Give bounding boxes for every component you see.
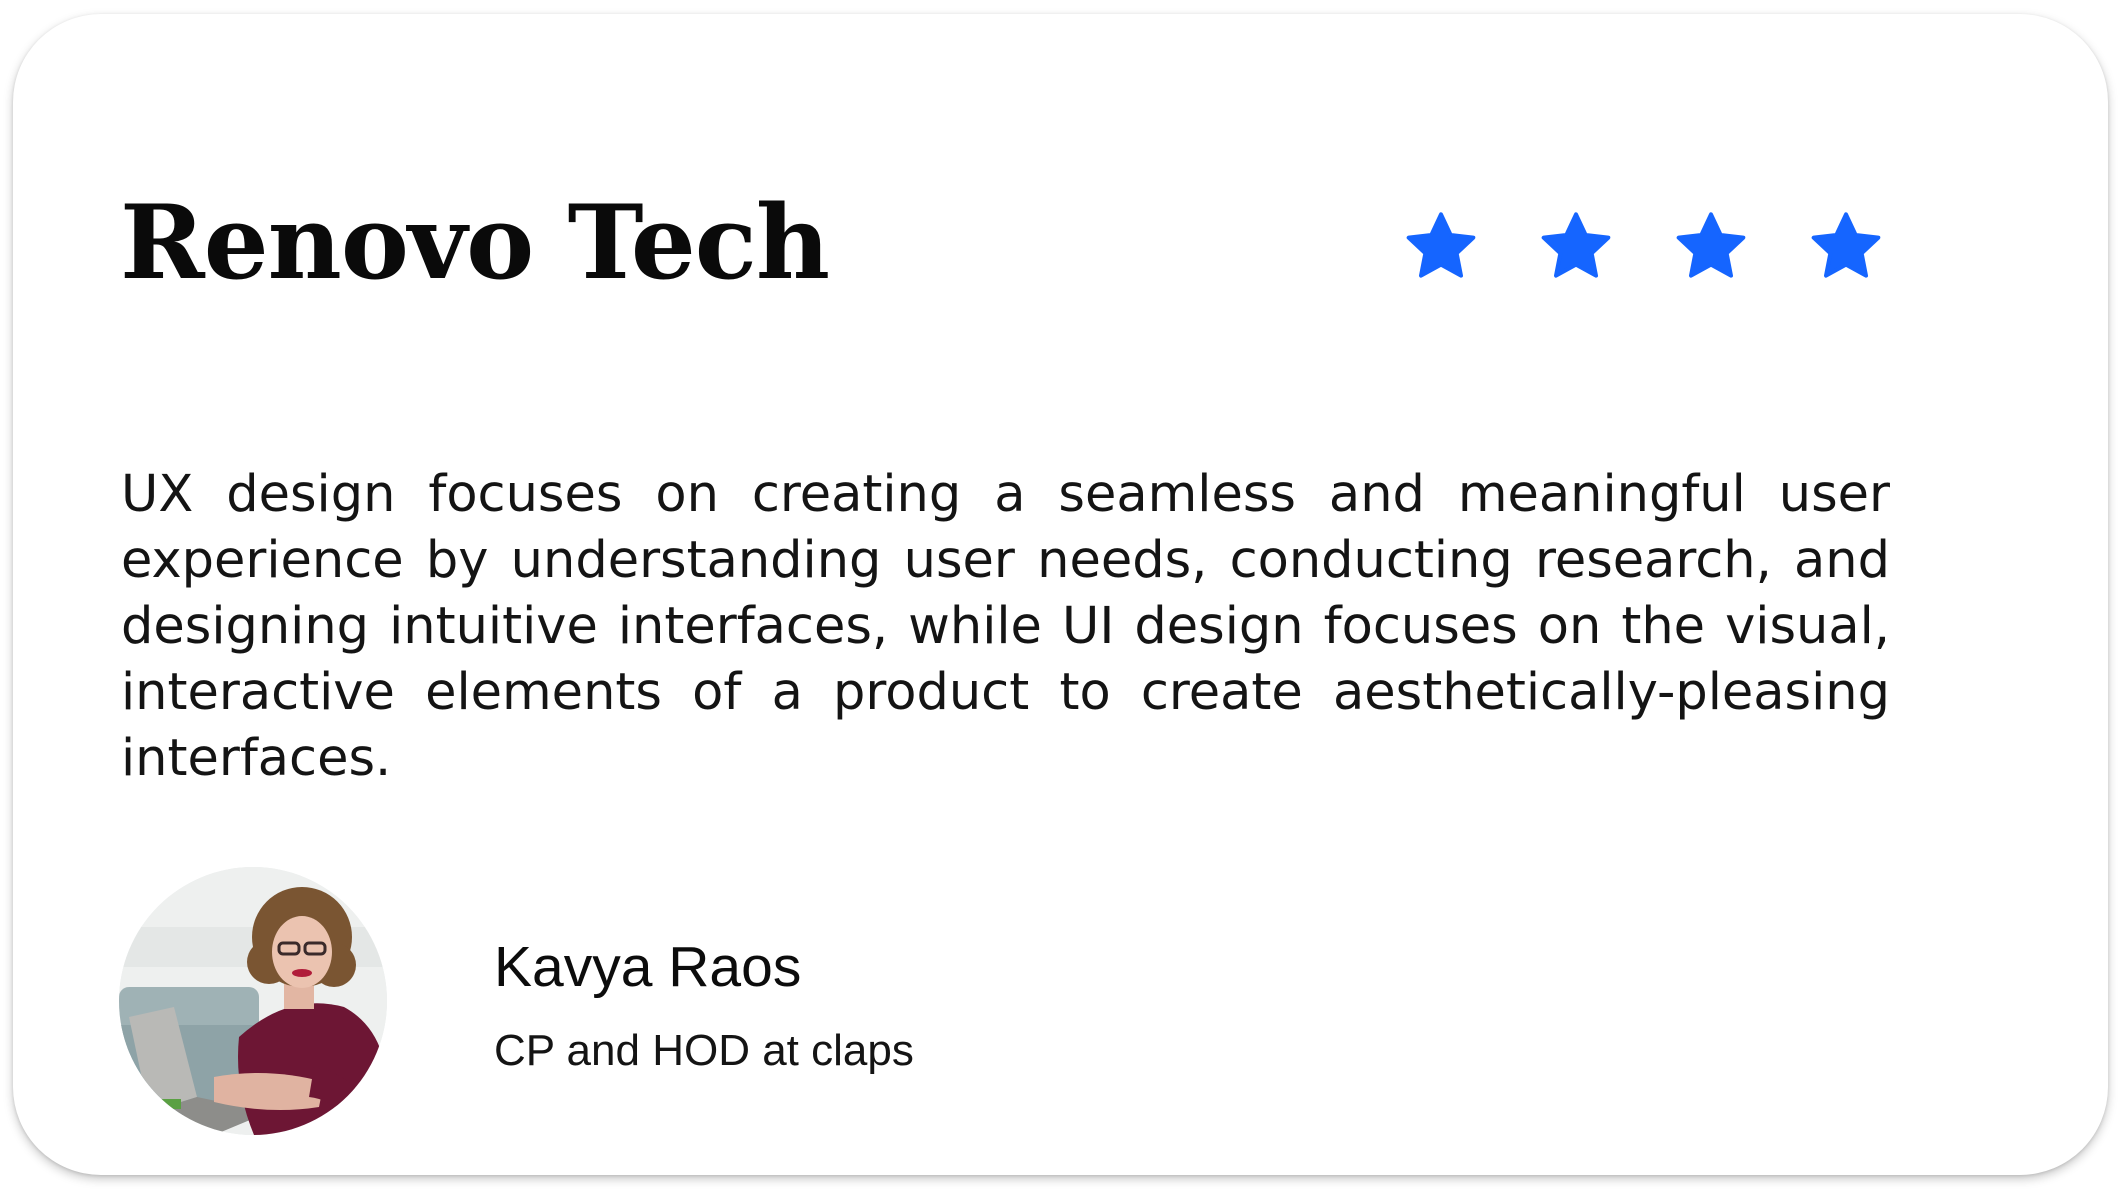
star-icon [1536, 207, 1616, 287]
testimonial-quote: UX design focuses on creating a seamless… [121, 465, 1890, 788]
avatar-photo [119, 867, 387, 1135]
star-icon [1401, 207, 1481, 287]
star-icon [1806, 207, 1886, 287]
author-name: Kavya Raos [494, 935, 802, 999]
company-name: Renovo Tech [120, 183, 830, 303]
author-title: CP and HOD at claps [494, 1026, 914, 1075]
rating-stars [1401, 207, 1901, 287]
star-icon [1671, 207, 1751, 287]
avatar [119, 867, 387, 1135]
testimonial-card: Renovo Tech UX design focuses on creatin… [13, 14, 2108, 1175]
